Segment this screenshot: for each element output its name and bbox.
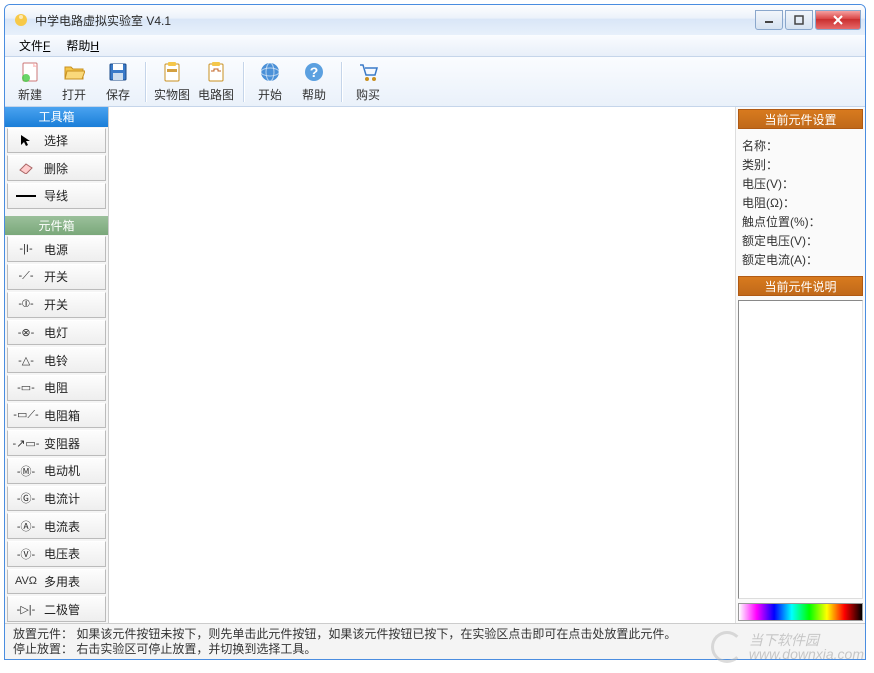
minimize-button[interactable] — [755, 10, 783, 30]
cart-icon — [356, 61, 380, 84]
prop-name: 名称： — [742, 137, 859, 154]
resistor-box-icon: -▭⟋- — [8, 408, 44, 422]
resistor-icon: -▭- — [8, 381, 44, 394]
component-motor[interactable]: -Ⓜ-电动机 — [7, 458, 106, 484]
clipboard-physical-icon — [160, 61, 184, 84]
status-line-1: 放置元件： 如果该元件按钮未按下，则先单击此元件按钮，如果该元件按钮已按下，在实… — [13, 627, 857, 642]
clipboard-circuit-icon — [204, 61, 228, 84]
menu-help[interactable]: 帮助H — [58, 35, 107, 56]
settings-header: 当前元件设置 — [738, 109, 863, 129]
power-icon: -|I- — [8, 243, 44, 255]
new-button[interactable]: 新建 — [9, 60, 51, 104]
menu-file[interactable]: 文件F — [11, 35, 58, 56]
separator — [145, 62, 147, 102]
workspace-canvas[interactable] — [109, 107, 735, 623]
galvanometer-icon: -Ⓖ- — [8, 490, 44, 506]
component-resistor[interactable]: -▭-电阻 — [7, 375, 106, 401]
titlebar: 中学电路虚拟实验室 V4.1 — [5, 5, 865, 35]
description-header: 当前元件说明 — [738, 276, 863, 296]
toolbox-header: 工具箱 — [5, 107, 108, 127]
rheostat-icon: -↗▭- — [8, 437, 44, 450]
prop-contact-pos: 触点位置(%)： — [742, 213, 859, 230]
eraser-icon — [8, 162, 44, 174]
component-rheostat[interactable]: -↗▭-变阻器 — [7, 430, 106, 456]
prop-resistance: 电阻(Ω)： — [742, 194, 859, 211]
componentbox-header: 元件箱 — [5, 216, 108, 236]
status-line-2: 停止放置： 右击实验区可停止放置，并切换到选择工具。 — [13, 642, 857, 657]
bell-icon: -△- — [8, 354, 44, 367]
toolbar: 新建 打开 保存 实物图 电路图 开始 ? 帮助 — [5, 57, 865, 107]
right-panel: 当前元件设置 名称： 类别： 电压(V)： 电阻(Ω)： 触点位置(%)： 额定… — [735, 107, 865, 623]
separator — [341, 62, 343, 102]
component-resistor-box[interactable]: -▭⟋-电阻箱 — [7, 403, 106, 429]
component-galvanometer[interactable]: -Ⓖ-电流计 — [7, 486, 106, 512]
help-button[interactable]: ? 帮助 — [293, 60, 335, 104]
folder-open-icon — [62, 61, 86, 84]
menubar: 文件F 帮助H — [5, 35, 865, 57]
switch2-icon: -⦶- — [8, 298, 44, 311]
component-switch1[interactable]: -⟋-开关 — [7, 264, 106, 290]
component-diode[interactable]: -▷|-二极管 — [7, 596, 106, 622]
start-button[interactable]: 开始 — [249, 60, 291, 104]
app-icon — [13, 12, 29, 28]
diode-icon: -▷|- — [8, 603, 44, 616]
cursor-icon — [8, 134, 44, 148]
component-ammeter[interactable]: -Ⓐ-电流表 — [7, 513, 106, 539]
wire-icon — [8, 193, 44, 199]
component-voltmeter[interactable]: -Ⓥ-电压表 — [7, 541, 106, 567]
save-button[interactable]: 保存 — [97, 60, 139, 104]
left-panel: 工具箱 选择 删除 导线 元件箱 -|I-电源 -⟋-开关 -⦶-开关 -⊗-电… — [5, 107, 109, 623]
component-power[interactable]: -|I-电源 — [7, 236, 106, 262]
svg-text:?: ? — [310, 64, 319, 80]
lamp-icon: -⊗- — [8, 326, 44, 339]
component-switch2[interactable]: -⦶-开关 — [7, 292, 106, 318]
circuit-view-button[interactable]: 电路图 — [195, 60, 237, 104]
physical-view-button[interactable]: 实物图 — [151, 60, 193, 104]
component-multimeter[interactable]: AVΩ多用表 — [7, 569, 106, 595]
help-icon: ? — [302, 61, 326, 84]
voltmeter-icon: -Ⓥ- — [8, 546, 44, 562]
tool-wire[interactable]: 导线 — [7, 183, 106, 209]
prop-voltage: 电压(V)： — [742, 175, 859, 192]
ammeter-icon: -Ⓐ- — [8, 518, 44, 534]
globe-icon — [258, 61, 282, 84]
prop-category: 类别： — [742, 156, 859, 173]
description-body — [738, 300, 863, 599]
separator — [243, 62, 245, 102]
multimeter-icon: AVΩ — [8, 575, 44, 587]
component-bell[interactable]: -△-电铃 — [7, 347, 106, 373]
color-spectrum-picker[interactable] — [738, 603, 863, 621]
settings-body: 名称： 类别： 电压(V)： 电阻(Ω)： 触点位置(%)： 额定电压(V)： … — [736, 131, 865, 274]
close-button[interactable] — [815, 10, 861, 30]
new-file-icon — [18, 61, 42, 84]
prop-rated-voltage: 额定电压(V)： — [742, 232, 859, 249]
open-button[interactable]: 打开 — [53, 60, 95, 104]
tool-select[interactable]: 选择 — [7, 128, 106, 154]
maximize-button[interactable] — [785, 10, 813, 30]
statusbar: 放置元件： 如果该元件按钮未按下，则先单击此元件按钮，如果该元件按钮已按下，在实… — [5, 623, 865, 659]
window-title: 中学电路虚拟实验室 V4.1 — [35, 12, 753, 29]
tool-delete[interactable]: 删除 — [7, 155, 106, 181]
component-lamp[interactable]: -⊗-电灯 — [7, 320, 106, 346]
buy-button[interactable]: 购买 — [347, 60, 389, 104]
motor-icon: -Ⓜ- — [8, 463, 44, 479]
prop-rated-current: 额定电流(A)： — [742, 251, 859, 268]
switch-icon: -⟋- — [8, 270, 44, 283]
floppy-save-icon — [106, 61, 130, 84]
